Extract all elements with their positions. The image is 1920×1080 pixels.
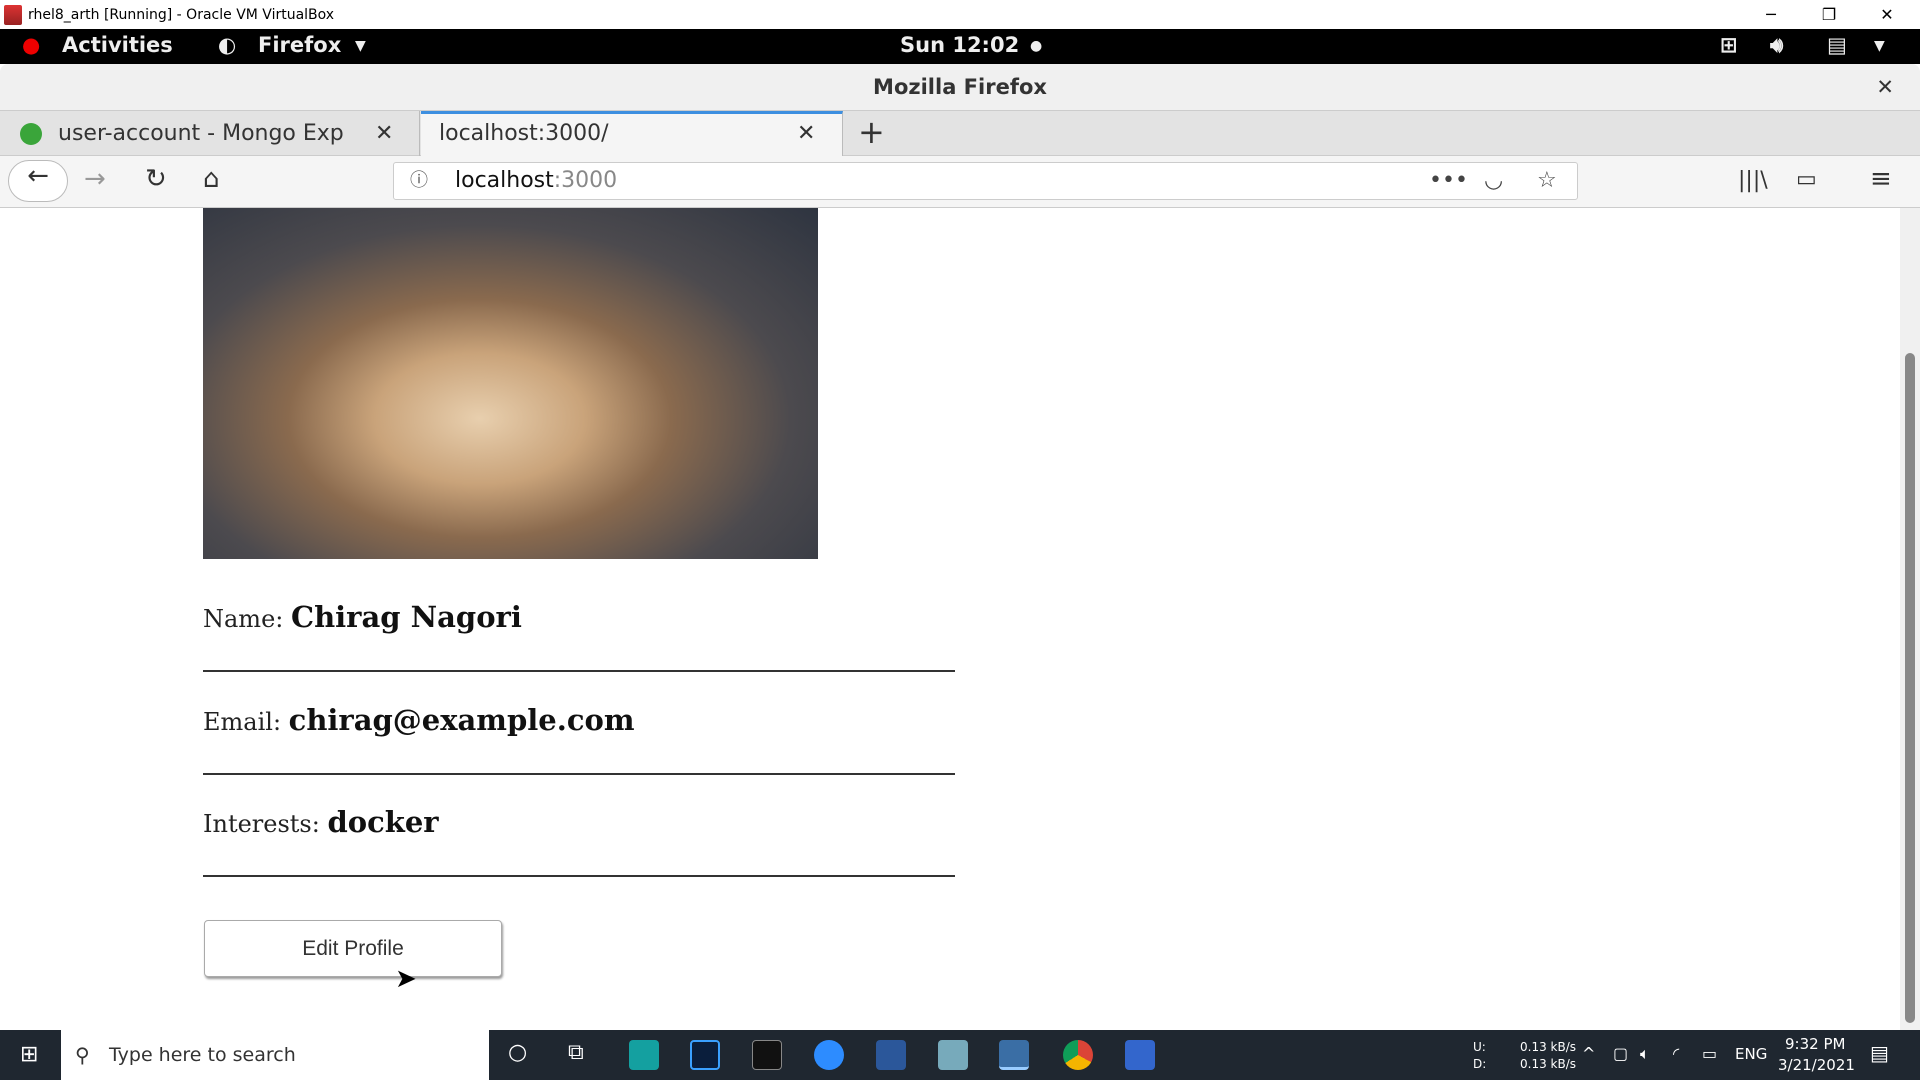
tab-localhost[interactable]: localhost:3000/ ✕ bbox=[421, 111, 843, 156]
net-up-label: U: bbox=[1473, 1040, 1486, 1054]
back-button[interactable]: ← bbox=[8, 160, 68, 202]
scrollbar-thumb[interactable] bbox=[1905, 353, 1915, 1023]
name-field: Name: Chirag Nagori bbox=[203, 600, 955, 672]
forward-button[interactable]: → bbox=[84, 164, 106, 194]
close-tab-icon[interactable]: ✕ bbox=[375, 111, 393, 156]
gnome-top-bar: ● Activities ◐ Firefox ▼ Sun 12:02 ● ⊞ 🔊… bbox=[0, 29, 1920, 64]
restore-button[interactable]: ❐ bbox=[1801, 0, 1857, 29]
taskbar-search[interactable]: ⚲ Type here to search bbox=[61, 1030, 489, 1080]
virtualbox-icon bbox=[4, 4, 22, 25]
show-hidden-icons[interactable]: ^ bbox=[1582, 1044, 1595, 1063]
mongo-favicon-icon bbox=[20, 123, 42, 145]
library-icon[interactable]: |||\ bbox=[1738, 168, 1768, 193]
email-field: Email: chirag@example.com bbox=[203, 703, 955, 775]
navigation-bar: ← → ↻ ⌂ ⓘ localhost:3000 ••• ◡ ☆ |||\ ▭ … bbox=[0, 156, 1920, 208]
name-value: Chirag Nagori bbox=[291, 600, 522, 634]
url-port: :3000 bbox=[553, 168, 618, 193]
minimize-button[interactable]: ─ bbox=[1743, 0, 1799, 29]
pocket-icon[interactable]: ◡ bbox=[1484, 163, 1503, 199]
windows-taskbar: ⊞ ⚲ Type here to search ○ ⧉ U: D: 0.13 k… bbox=[0, 1030, 1920, 1080]
network-tool-icon[interactable] bbox=[1125, 1040, 1155, 1070]
clock[interactable]: Sun 12:02 bbox=[900, 33, 1019, 57]
word-icon[interactable] bbox=[876, 1040, 906, 1070]
home-button[interactable]: ⌂ bbox=[203, 164, 220, 194]
clipboard-icon[interactable]: ▤ bbox=[1827, 33, 1847, 57]
url-text: localhost:3000 bbox=[455, 163, 617, 199]
email-value: chirag@example.com bbox=[288, 703, 635, 737]
taskbar-time[interactable]: 9:32 PM bbox=[1785, 1035, 1845, 1053]
info-icon[interactable]: ⓘ bbox=[410, 163, 428, 199]
redhat-icon: ● bbox=[22, 33, 41, 57]
mouse-cursor-icon: ➤ bbox=[395, 964, 417, 994]
network-icon[interactable]: ⊞ bbox=[1720, 33, 1738, 57]
photoshop-icon[interactable] bbox=[690, 1040, 720, 1070]
firefox-icon: ◐ bbox=[218, 33, 237, 57]
cortana-icon[interactable]: ○ bbox=[508, 1040, 527, 1065]
url-host: localhost bbox=[455, 168, 554, 193]
email-label: Email: bbox=[203, 708, 282, 736]
firefox-close-icon[interactable]: ✕ bbox=[1876, 64, 1894, 111]
search-icon: ⚲ bbox=[75, 1043, 90, 1067]
page-content: Name: Chirag Nagori Email: chirag@exampl… bbox=[0, 208, 1900, 1030]
volume-icon[interactable]: 🔊︎ bbox=[1770, 33, 1783, 58]
search-placeholder: Type here to search bbox=[109, 1044, 296, 1066]
tab-mongo-express[interactable]: user-account - Mongo Exp ✕ bbox=[0, 111, 420, 156]
menu-icon[interactable]: ≡ bbox=[1870, 164, 1892, 194]
task-view-icon[interactable]: ⧉ bbox=[568, 1040, 584, 1065]
app-menu[interactable]: Firefox bbox=[258, 33, 341, 57]
taskbar-date[interactable]: 3/21/2021 bbox=[1778, 1056, 1855, 1074]
net-down-value: 0.13 kB/s bbox=[1520, 1057, 1577, 1071]
interests-label: Interests: bbox=[203, 810, 320, 838]
url-bar[interactable]: ⓘ localhost:3000 ••• ◡ ☆ bbox=[393, 162, 1578, 200]
chrome-icon[interactable] bbox=[1063, 1040, 1093, 1070]
system-menu-chevron-icon[interactable]: ▼ bbox=[1874, 38, 1885, 54]
battery-icon[interactable]: ▭ bbox=[1702, 1044, 1717, 1063]
wifi-icon[interactable]: ◜ bbox=[1673, 1044, 1679, 1063]
activities-button[interactable]: Activities bbox=[62, 33, 173, 57]
language-indicator[interactable]: ENG bbox=[1735, 1045, 1767, 1063]
profile-photo bbox=[203, 208, 818, 559]
speaker-icon[interactable]: 🔈︎ bbox=[1640, 1044, 1650, 1064]
window-title: rhel8_arth [Running] - Oracle VM Virtual… bbox=[28, 6, 335, 23]
terminal-icon[interactable] bbox=[752, 1040, 782, 1070]
windows-start-icon[interactable]: ⊞ bbox=[20, 1042, 38, 1067]
close-button[interactable]: ✕ bbox=[1859, 0, 1915, 29]
interests-field: Interests: docker bbox=[203, 805, 955, 877]
tab-label: user-account - Mongo Exp bbox=[58, 121, 344, 146]
sidebar-icon[interactable]: ▭ bbox=[1796, 167, 1817, 192]
reload-button[interactable]: ↻ bbox=[145, 164, 167, 194]
new-tab-button[interactable]: + bbox=[858, 113, 885, 151]
net-up-value: 0.13 kB/s bbox=[1520, 1040, 1577, 1054]
firefox-window-title: Mozilla Firefox bbox=[873, 75, 1047, 99]
virtualbox-titlebar: rhel8_arth [Running] - Oracle VM Virtual… bbox=[0, 0, 1920, 29]
notepad-icon[interactable] bbox=[938, 1040, 968, 1070]
meet-now-icon[interactable]: ▢ bbox=[1613, 1044, 1628, 1063]
notification-dot-icon: ● bbox=[1030, 38, 1043, 54]
close-tab-icon[interactable]: ✕ bbox=[797, 114, 815, 154]
tab-strip: user-account - Mongo Exp ✕ localhost:300… bbox=[0, 111, 1920, 156]
chevron-down-icon: ▼ bbox=[355, 38, 366, 54]
net-down-label: D: bbox=[1473, 1057, 1487, 1071]
zoom-icon[interactable] bbox=[814, 1040, 844, 1070]
interests-value: docker bbox=[327, 805, 439, 839]
edit-profile-button[interactable]: Edit Profile bbox=[204, 920, 502, 977]
arduino-icon[interactable] bbox=[629, 1040, 659, 1070]
page-actions-icon[interactable]: ••• bbox=[1429, 163, 1468, 199]
virtualbox-taskbar-icon[interactable] bbox=[999, 1040, 1029, 1070]
bookmark-star-icon[interactable]: ☆ bbox=[1537, 163, 1557, 199]
notifications-icon[interactable]: ▤ bbox=[1870, 1041, 1889, 1065]
page-scrollbar[interactable] bbox=[1900, 208, 1920, 1030]
firefox-titlebar: Mozilla Firefox ✕ bbox=[0, 64, 1920, 111]
tab-label: localhost:3000/ bbox=[439, 121, 609, 146]
name-label: Name: bbox=[203, 605, 284, 633]
